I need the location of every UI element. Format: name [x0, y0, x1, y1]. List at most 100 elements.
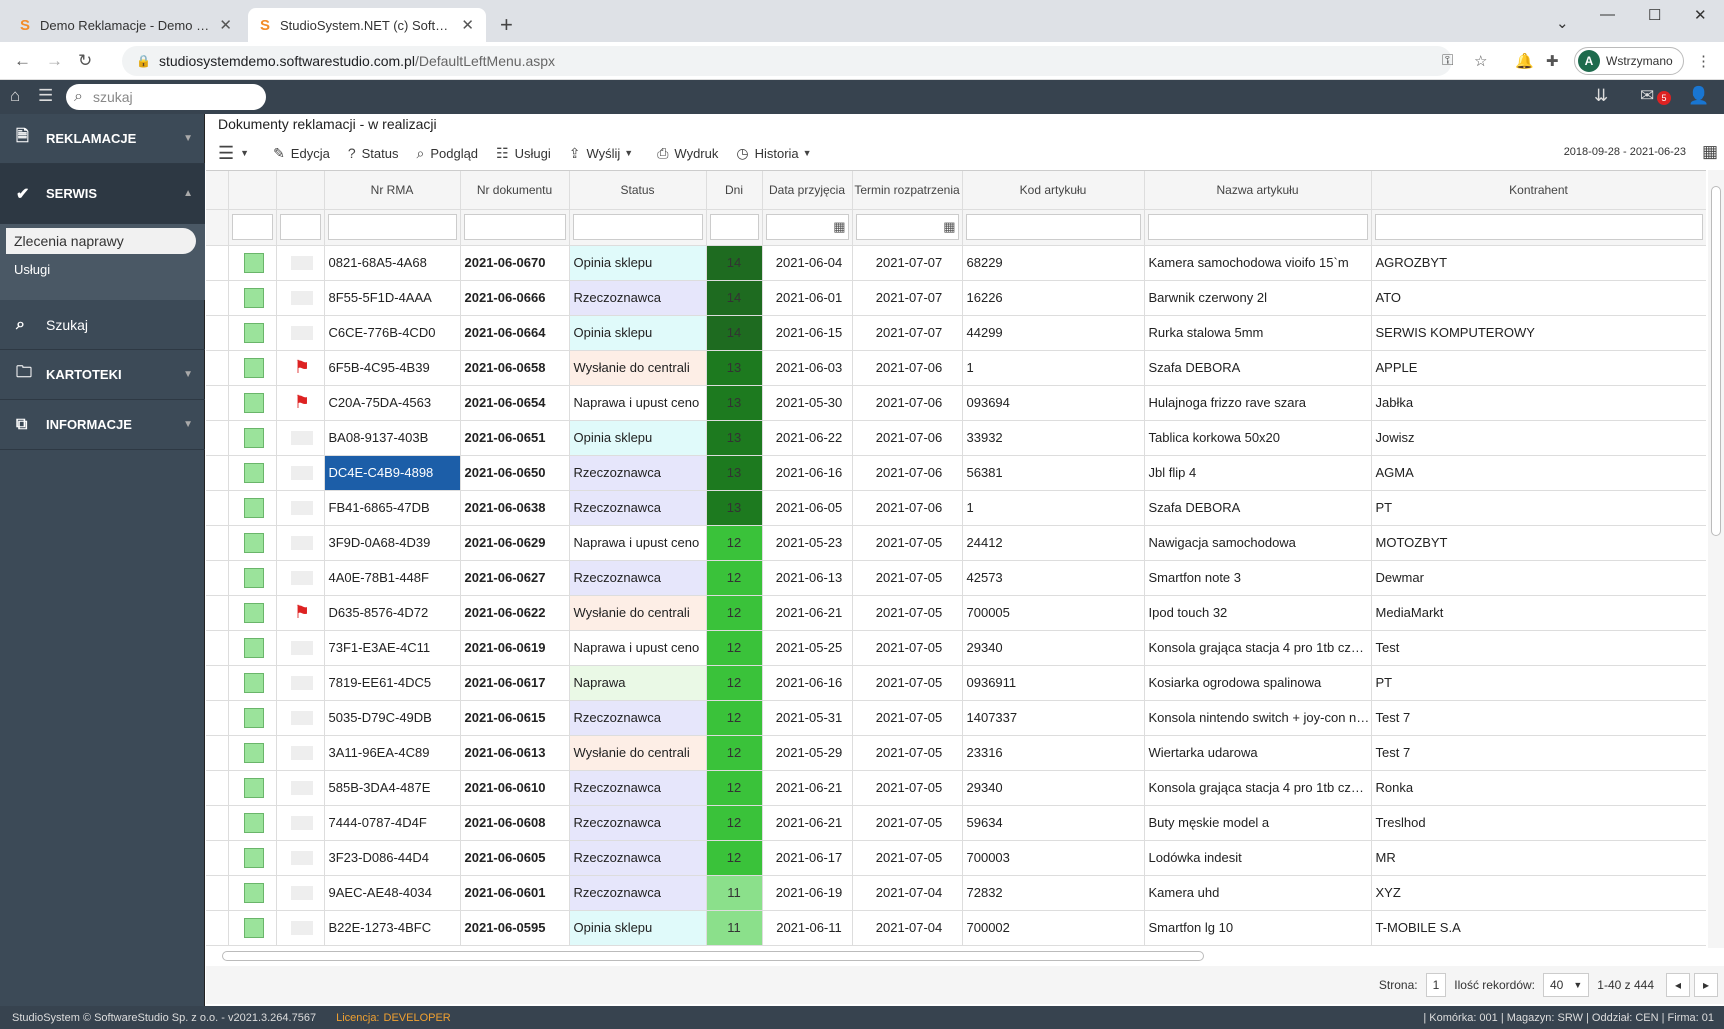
cell-rma[interactable]: 73F1-E3AE-4C11 — [324, 630, 461, 666]
row-checkbox-cell[interactable] — [228, 700, 277, 736]
cell-kod[interactable]: 700003 — [962, 840, 1145, 876]
table-row[interactable]: 9AEC-AE48-4034 2021-06-0601 Rzeczoznawca 11… — [206, 875, 1706, 911]
cell-nazwa[interactable]: Hulajnoga frizzo rave szara — [1144, 385, 1372, 421]
row-checkbox[interactable] — [244, 532, 264, 553]
row-flag-cell[interactable] — [276, 875, 325, 911]
cell-rma[interactable]: 7444-0787-4D4F — [324, 805, 461, 841]
row-flag-cell[interactable] — [276, 700, 325, 736]
cell-kod[interactable]: 29340 — [962, 770, 1145, 806]
row-flag-cell[interactable] — [276, 560, 325, 596]
cell-kod[interactable]: 42573 — [962, 560, 1145, 596]
calendar-icon[interactable]: ▦ — [1702, 142, 1718, 162]
row-checkbox-cell[interactable] — [228, 245, 277, 281]
row-checkbox-cell[interactable] — [228, 350, 277, 386]
sidebar-subitem-zlecenia[interactable]: Zlecenia naprawy — [6, 228, 196, 254]
cell-dni[interactable]: 13 — [706, 350, 763, 386]
filter-nazwa-input[interactable] — [1147, 214, 1368, 240]
cell-nazwa[interactable]: Konsola grająca stacja 4 pro 1tb czarna — [1144, 770, 1372, 806]
cell-nazwa[interactable]: Ipod touch 32 — [1144, 595, 1372, 631]
cell-termin[interactable]: 2021-07-05 — [852, 735, 963, 771]
hamburger-menu-button[interactable]: ☰ ▼ — [218, 143, 255, 164]
row-checkbox-cell[interactable] — [228, 735, 277, 771]
col-header-rma[interactable]: Nr RMA — [324, 171, 461, 210]
calendar-icon[interactable]: ▦ — [943, 219, 955, 235]
cell-dni[interactable]: 12 — [706, 840, 763, 876]
status-button[interactable]: ? Status — [348, 145, 399, 161]
row-checkbox-cell[interactable] — [228, 630, 277, 666]
cell-kontrahent[interactable]: ATO — [1371, 280, 1706, 316]
forward-icon[interactable]: → — [46, 51, 63, 71]
cell-termin[interactable]: 2021-07-05 — [852, 630, 963, 666]
col-header-dni[interactable]: Dni — [706, 171, 763, 210]
cell-rma[interactable]: DC4E-C4B9-4898 — [324, 455, 461, 491]
cell-rma[interactable]: 3F9D-0A68-4D39 — [324, 525, 461, 561]
table-row[interactable]: 3A11-96EA-4C89 2021-06-0613 Wysłanie do ce… — [206, 735, 1706, 771]
row-flag-cell[interactable] — [276, 840, 325, 876]
row-flag-cell[interactable]: ⚑ — [276, 385, 325, 421]
table-row[interactable]: 585B-3DA4-487E 2021-06-0610 Rzeczoznawca 12… — [206, 770, 1706, 806]
close-window-icon[interactable]: ✕ — [1694, 6, 1707, 24]
cell-dni[interactable]: 14 — [706, 245, 763, 281]
cell-dni[interactable]: 11 — [706, 875, 763, 911]
cell-rma[interactable]: 0821-68A5-4A68 — [324, 245, 461, 281]
cell-doc[interactable]: 2021-06-0595 — [460, 910, 570, 946]
row-checkbox[interactable] — [244, 252, 264, 273]
row-checkbox[interactable] — [244, 707, 264, 728]
cell-kod[interactable]: 24412 — [962, 525, 1145, 561]
cell-status[interactable]: Naprawa i upust ceno — [569, 385, 707, 421]
scrollbar-thumb[interactable] — [222, 951, 1204, 961]
cell-status[interactable]: Rzeczoznawca — [569, 875, 707, 911]
cell-status[interactable]: Rzeczoznawca — [569, 770, 707, 806]
cell-kod[interactable]: 56381 — [962, 455, 1145, 491]
cell-rma[interactable]: 585B-3DA4-487E — [324, 770, 461, 806]
row-checkbox[interactable] — [244, 602, 264, 623]
cell-data-przyjecia[interactable]: 2021-06-11 — [762, 910, 853, 946]
cell-nazwa[interactable]: Kosiarka ogrodowa spalinowa — [1144, 665, 1372, 701]
cell-doc[interactable]: 2021-06-0638 — [460, 490, 570, 526]
filter-status-input[interactable] — [572, 214, 703, 240]
cell-status[interactable]: Opinia sklepu — [569, 245, 707, 281]
row-flag-cell[interactable]: ⚑ — [276, 595, 325, 631]
url-field[interactable]: 🔒 studiosystemdemo.softwarestudio.com.pl… — [122, 46, 1452, 76]
cell-data-przyjecia[interactable]: 2021-06-15 — [762, 315, 853, 351]
filter-doc-input[interactable] — [463, 214, 566, 240]
cell-doc[interactable]: 2021-06-0629 — [460, 525, 570, 561]
row-checkbox[interactable] — [244, 812, 264, 833]
search-input[interactable]: ⌕ szukaj — [66, 84, 266, 110]
cell-rma[interactable]: B22E-1273-4BFC — [324, 910, 461, 946]
cell-nazwa[interactable]: Kamera samochodowa vioifo 15`m — [1144, 245, 1372, 281]
records-select[interactable]: 40 ▼ — [1543, 973, 1590, 997]
row-flag-cell[interactable] — [276, 315, 325, 351]
vertical-scrollbar[interactable] — [1708, 170, 1724, 948]
cell-rma[interactable]: 6F5B-4C95-4B39 — [324, 350, 461, 386]
cell-doc[interactable]: 2021-06-0613 — [460, 735, 570, 771]
cell-termin[interactable]: 2021-07-07 — [852, 315, 963, 351]
cell-rma[interactable]: C6CE-776B-4CD0 — [324, 315, 461, 351]
table-row[interactable]: 4A0E-78B1-448F 2021-06-0627 Rzeczoznawca 12… — [206, 560, 1706, 596]
row-checkbox[interactable] — [244, 357, 264, 378]
cell-dni[interactable]: 13 — [706, 420, 763, 456]
row-flag-cell[interactable] — [276, 805, 325, 841]
cell-dni[interactable]: 12 — [706, 770, 763, 806]
cell-kod[interactable]: 23316 — [962, 735, 1145, 771]
row-checkbox-cell[interactable] — [228, 525, 277, 561]
cell-dni[interactable]: 13 — [706, 455, 763, 491]
print-button[interactable]: ⎙ Wydruk — [657, 145, 718, 162]
cell-rma[interactable]: 5035-D79C-49DB — [324, 700, 461, 736]
row-checkbox-cell[interactable] — [228, 840, 277, 876]
profile-button[interactable]: A Wstrzymano — [1574, 47, 1684, 75]
table-row[interactable]: 7819-EE61-4DC5 2021-06-0617 Naprawa 12 2021-… — [206, 665, 1706, 701]
filter-kod-input[interactable] — [965, 214, 1141, 240]
table-row[interactable]: 0821-68A5-4A68 2021-06-0670 Opinia sklepu 1… — [206, 245, 1706, 281]
bookmark-star-icon[interactable]: ☆ — [1474, 52, 1487, 70]
sidebar-item-kartoteki[interactable]: 🗀 KARTOTEKI ▼ — [0, 350, 205, 400]
row-checkbox-cell[interactable] — [228, 455, 277, 491]
cell-status[interactable]: Naprawa i upust ceno — [569, 525, 707, 561]
cell-data-przyjecia[interactable]: 2021-06-16 — [762, 665, 853, 701]
cell-doc[interactable]: 2021-06-0617 — [460, 665, 570, 701]
row-flag-cell[interactable] — [276, 280, 325, 316]
cell-termin[interactable]: 2021-07-07 — [852, 245, 963, 281]
cell-data-przyjecia[interactable]: 2021-06-22 — [762, 420, 853, 456]
filter-kontrahent-input[interactable] — [1374, 214, 1703, 240]
cell-data-przyjecia[interactable]: 2021-06-16 — [762, 455, 853, 491]
